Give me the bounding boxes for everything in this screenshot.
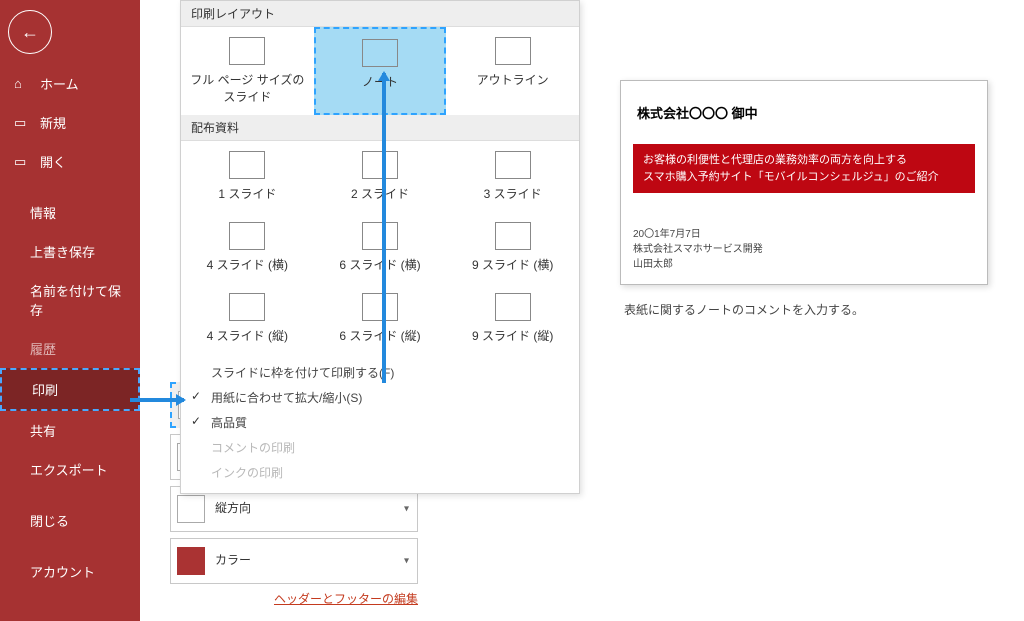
nav-save-label: 上書き保存 (30, 242, 95, 261)
setting-color-dropdown[interactable]: カラー ▾ (170, 538, 418, 584)
nav-share[interactable]: 共有 (0, 411, 140, 450)
handout-9v-icon (495, 293, 531, 321)
preview-company: 株式会社スマホサービス開発 (633, 242, 975, 257)
handout-4v-icon (229, 293, 265, 321)
nav-export-label: エクスポート (30, 460, 108, 479)
color-swatch-icon (177, 547, 205, 575)
preview-band-line2: スマホ購入予約サイト「モバイルコンシェルジュ」のご紹介 (643, 169, 965, 186)
preview-title-band: お客様の利便性と代理店の業務効率の両方を向上する スマホ購入予約サイト「モバイル… (633, 144, 975, 193)
back-button[interactable]: ← (8, 10, 52, 54)
new-file-icon: ▭ (14, 115, 30, 131)
nav-open[interactable]: ▭ 開く (0, 142, 140, 181)
nav-print-label: 印刷 (32, 380, 58, 399)
layout-outline[interactable]: アウトライン (446, 27, 579, 115)
nav-account[interactable]: アカウント (0, 552, 140, 591)
handout-3-icon (495, 151, 531, 179)
chevron-down-icon: ▾ (404, 504, 409, 515)
setting-orientation-title: 縦方向 (215, 501, 251, 517)
option-print-ink: インクの印刷 (209, 460, 573, 485)
nav-new[interactable]: ▭ 新規 (0, 103, 140, 142)
nav-home-label: ホーム (40, 74, 79, 93)
nav-history: 履歴 (0, 329, 140, 368)
preview-notes-text: 表紙に関するノートのコメントを入力する。 (624, 301, 996, 318)
option-frame-slides[interactable]: スライドに枠を付けて印刷する(F) (209, 360, 573, 385)
option-print-comments: コメントの印刷 (209, 435, 573, 460)
nav-print[interactable]: 印刷 (0, 368, 140, 411)
print-preview-panel: 株式会社〇〇〇 御中 お客様の利便性と代理店の業務効率の両方を向上する スマホ購… (620, 80, 1000, 318)
flyout-section-print-layout: 印刷レイアウト (181, 1, 579, 27)
full-page-icon (229, 37, 265, 65)
handout-2-icon (362, 151, 398, 179)
nav-info[interactable]: 情報 (0, 193, 140, 232)
orientation-portrait-icon (177, 495, 205, 523)
nav-open-label: 開く (40, 152, 66, 171)
handout-2[interactable]: 2 スライド (314, 141, 447, 212)
handout-1[interactable]: 1 スライド (181, 141, 314, 212)
edit-header-footer-link[interactable]: ヘッダーとフッターの編集 (274, 592, 418, 606)
handout-4v[interactable]: 4 スライド (縦) (181, 283, 314, 354)
handout-9h[interactable]: 9 スライド (横) (446, 212, 579, 283)
handout-4h[interactable]: 4 スライド (横) (181, 212, 314, 283)
slide-preview: 株式会社〇〇〇 御中 お客様の利便性と代理店の業務効率の両方を向上する スマホ購… (620, 80, 988, 285)
folder-open-icon: ▭ (14, 154, 30, 170)
layout-full-page[interactable]: フル ページ サイズのスライド (181, 27, 314, 115)
outline-icon (495, 37, 531, 65)
handout-3[interactable]: 3 スライド (446, 141, 579, 212)
nav-close[interactable]: 閉じる (0, 501, 140, 540)
preview-date: 20〇1年7月7日 (633, 227, 975, 242)
option-high-quality[interactable]: 高品質 (209, 410, 573, 435)
handout-9v[interactable]: 9 スライド (縦) (446, 283, 579, 354)
notes-icon (362, 39, 398, 67)
chevron-down-icon: ▾ (404, 556, 409, 567)
preview-author: 山田太郎 (633, 257, 975, 272)
annotation-arrow-horizontal (130, 398, 184, 402)
backstage-sidebar: ← ⌂ ホーム ▭ 新規 ▭ 開く 情報 上書き保存 名前を付けて保存 履歴 印… (0, 0, 140, 621)
handout-6h-icon (362, 222, 398, 250)
handout-6h[interactable]: 6 スライド (横) (314, 212, 447, 283)
nav-export[interactable]: エクスポート (0, 450, 140, 489)
handout-9h-icon (495, 222, 531, 250)
nav-share-label: 共有 (30, 421, 56, 440)
nav-saveas-label: 名前を付けて保存 (30, 281, 126, 319)
nav-info-label: 情報 (30, 203, 56, 222)
preview-band-line1: お客様の利便性と代理店の業務効率の両方を向上する (643, 152, 965, 169)
annotation-arrow-vertical (382, 73, 386, 383)
handout-1-icon (229, 151, 265, 179)
flyout-section-handouts: 配布資料 (181, 115, 579, 141)
nav-saveas[interactable]: 名前を付けて保存 (0, 271, 140, 329)
nav-home[interactable]: ⌂ ホーム (0, 64, 140, 103)
nav-new-label: 新規 (40, 113, 66, 132)
nav-save[interactable]: 上書き保存 (0, 232, 140, 271)
nav-history-label: 履歴 (30, 339, 56, 358)
nav-close-label: 閉じる (30, 511, 69, 530)
setting-color-title: カラー (215, 553, 251, 569)
handout-6v-icon (362, 293, 398, 321)
home-icon: ⌂ (14, 76, 30, 92)
handout-6v[interactable]: 6 スライド (縦) (314, 283, 447, 354)
nav-account-label: アカウント (30, 562, 95, 581)
option-scale-to-fit[interactable]: 用紙に合わせて拡大/縮小(S) (209, 385, 573, 410)
preview-meta: 20〇1年7月7日 株式会社スマホサービス開発 山田太郎 (633, 227, 975, 272)
back-arrow-icon: ← (21, 22, 39, 43)
preview-slide-title: 株式会社〇〇〇 御中 (637, 103, 971, 122)
handout-4h-icon (229, 222, 265, 250)
edit-header-footer-wrap: ヘッダーとフッターの編集 (170, 590, 418, 607)
